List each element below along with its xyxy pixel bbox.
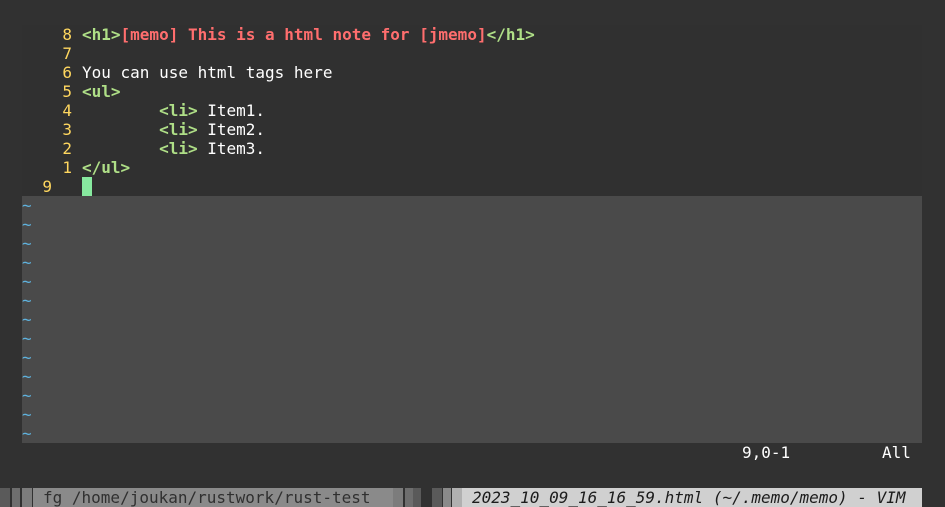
html-tag: </ul> <box>82 158 131 177</box>
empty-line-marker: ~ <box>22 234 32 253</box>
list-item-text: Item3. <box>197 139 266 158</box>
vim-ruler: 9,0-1 All <box>22 443 922 462</box>
empty-line-marker: ~ <box>22 215 32 234</box>
cursor-position: 9,0-1 <box>742 443 791 462</box>
buffer-line[interactable]: 7 <box>22 44 922 63</box>
scroll-indicator: All <box>882 443 911 462</box>
separator-block <box>393 488 403 507</box>
line-number: 1 <box>62 158 72 177</box>
empty-line-marker: ~ <box>22 386 32 405</box>
line-content: <ul> <box>82 82 121 101</box>
tmux-window-inactive[interactable]: fg /home/joukan/rustwork/rust-test <box>33 488 393 507</box>
line-number: 7 <box>62 44 72 63</box>
separator-block <box>452 488 462 507</box>
empty-line-marker: ~ <box>22 329 32 348</box>
empty-line-marker: ~ <box>22 272 32 291</box>
cursor-line[interactable]: 9 <box>22 177 922 196</box>
line-number: 2 <box>62 139 72 158</box>
separator-block <box>432 488 442 507</box>
line-number: 4 <box>62 101 72 120</box>
buffer-line[interactable]: 5 <ul> <box>22 82 922 101</box>
html-tag: <ul> <box>82 82 121 101</box>
line-number: 3 <box>62 120 72 139</box>
html-tag: <li> <box>159 120 198 139</box>
empty-line-marker: ~ <box>22 348 32 367</box>
line-content: <li> Item3. <box>82 139 265 158</box>
html-tag: </h1> <box>486 25 535 44</box>
line-number: 5 <box>62 82 72 101</box>
empty-line-marker: ~ <box>22 196 32 215</box>
empty-line-marker: ~ <box>22 253 32 272</box>
separator-block <box>413 488 421 507</box>
current-line-number: 9 <box>42 177 52 196</box>
heading-text: [memo] This is a html note for [jmemo] <box>120 25 487 44</box>
text-cursor <box>82 177 92 196</box>
line-content: <h1>[memo] This is a html note for [jmem… <box>82 25 535 44</box>
empty-line-marker: ~ <box>22 310 32 329</box>
separator-block <box>443 488 451 507</box>
buffer-line[interactable]: 2 <li> Item3. <box>22 139 922 158</box>
buffer-line[interactable]: 4 <li> Item1. <box>22 101 922 120</box>
separator-block <box>22 488 32 507</box>
line-content: </ul> <box>82 158 130 177</box>
buffer-line[interactable]: 3 <li> Item2. <box>22 120 922 139</box>
separator-block <box>12 488 20 507</box>
tmux-status-bar: fg /home/joukan/rustwork/rust-test 2023_… <box>0 488 945 507</box>
list-item-text: Item1. <box>197 101 266 120</box>
vim-editor[interactable]: 8 <h1>[memo] This is a html note for [jm… <box>22 25 922 443</box>
line-content: You can use html tags here <box>82 63 333 82</box>
empty-line-marker: ~ <box>22 405 32 424</box>
line-number: 8 <box>62 25 72 44</box>
buffer-line[interactable]: 6 You can use html tags here <box>22 63 922 82</box>
separator-block <box>405 488 413 507</box>
line-number: 6 <box>62 63 72 82</box>
separator-block <box>0 488 10 507</box>
buffer-line[interactable]: 8 <h1>[memo] This is a html note for [jm… <box>22 25 922 44</box>
empty-line-marker: ~ <box>22 424 32 443</box>
terminal-screen: 8 <h1>[memo] This is a html note for [jm… <box>0 0 945 507</box>
tmux-window-active[interactable]: 2023_10_09_16_16_59.html (~/.memo/memo) … <box>462 488 922 507</box>
html-tag: <h1> <box>82 25 121 44</box>
list-item-text: Item2. <box>197 120 266 139</box>
empty-line-marker: ~ <box>22 291 32 310</box>
html-tag: <li> <box>159 139 198 158</box>
line-content: <li> Item2. <box>82 120 265 139</box>
buffer-line[interactable]: 1 </ul> <box>22 158 922 177</box>
empty-line-marker: ~ <box>22 367 32 386</box>
line-content: <li> Item1. <box>82 101 265 120</box>
html-tag: <li> <box>159 101 198 120</box>
